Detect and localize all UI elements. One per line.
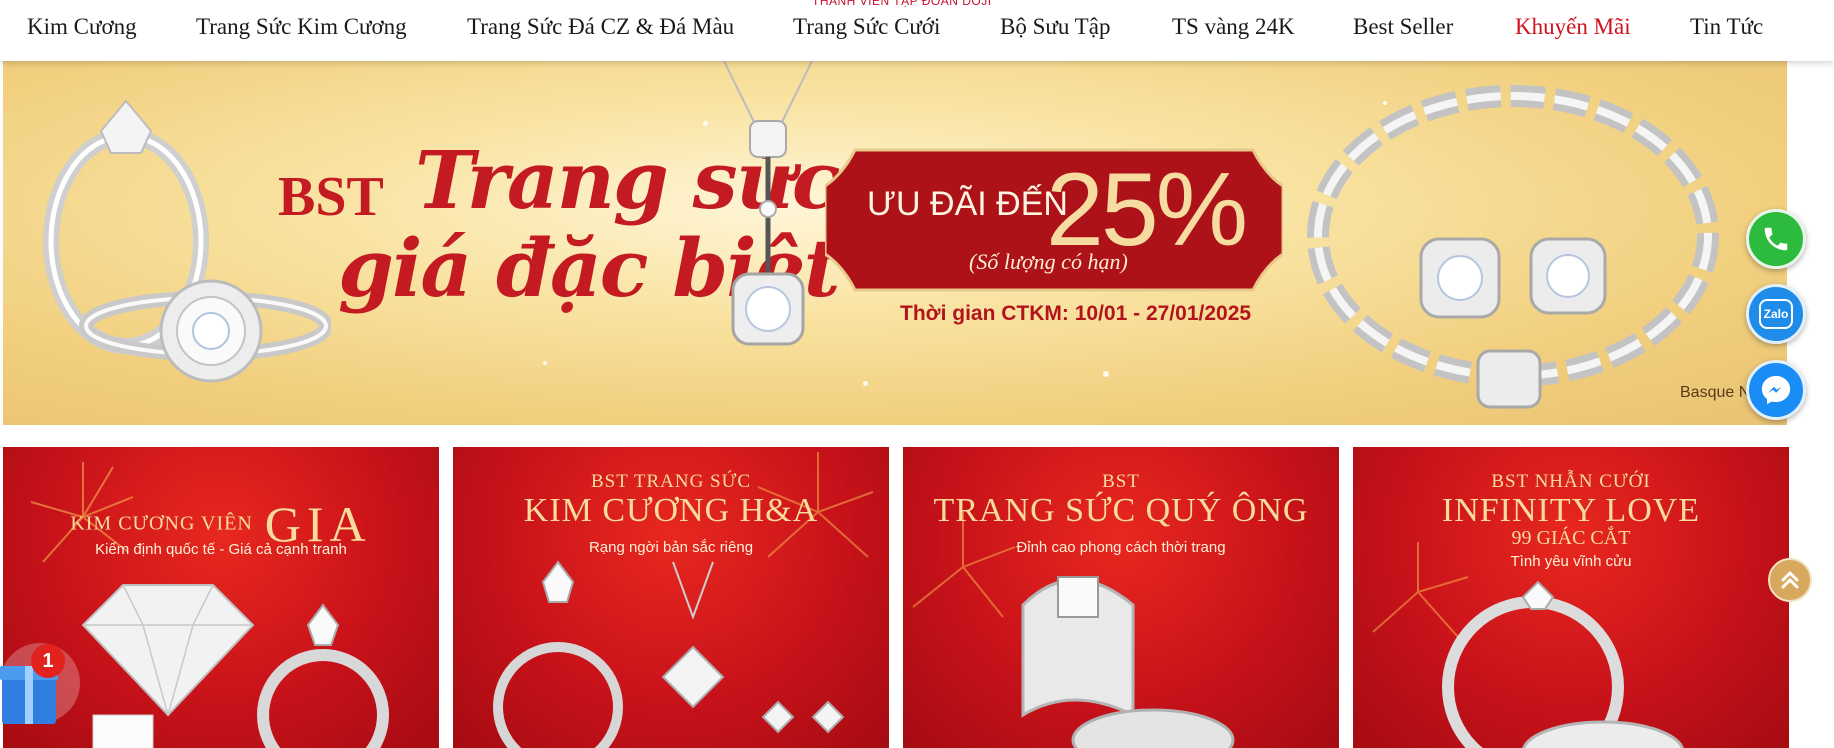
sparkle-decoration: [1103, 371, 1109, 377]
top-navigation: THÀNH VIÊN TẬP ĐOÀN DOJI Kim Cương Trang…: [0, 0, 1834, 61]
sparkle-decoration: [863, 381, 868, 386]
promo-note: (Số lượng có hạn): [969, 249, 1128, 274]
zalo-icon: Zalo: [1759, 299, 1793, 329]
card-subtitle: Đỉnh cao phong cách thời trang: [1016, 539, 1226, 556]
nav-item-bo-suu-tap[interactable]: Bộ Sưu Tập: [1000, 14, 1110, 40]
hero-banner[interactable]: BST Trang sức giá đặc biệt ƯU ĐÃI ĐẾN 25…: [3, 61, 1787, 425]
nav-item-tin-tuc[interactable]: Tin Tức: [1690, 14, 1763, 40]
phone-icon: [1764, 227, 1788, 251]
nav-item-trang-suc-kim-cuong[interactable]: Trang Sức Kim Cương: [196, 14, 407, 40]
gift-notification-badge: 1: [31, 644, 65, 678]
category-card-trang-suc-quy-ong[interactable]: BST TRANG SỨC QUÝ ÔNG Đỉnh cao phong các…: [903, 447, 1339, 748]
zalo-contact-button[interactable]: Zalo: [1746, 284, 1806, 344]
card-line1: BST: [1102, 471, 1140, 492]
card-subtitle: Tình yêu vĩnh cửu: [1510, 553, 1632, 570]
nav-item-trang-suc-da-cz[interactable]: Trang Sức Đá CZ & Đá Màu: [467, 14, 734, 40]
brand-tagline: THÀNH VIÊN TẬP ĐOÀN DOJI: [812, 0, 992, 8]
scroll-to-top-button[interactable]: [1768, 558, 1812, 602]
card-line1: BST TRANG SỨC: [590, 471, 752, 492]
nav-item-best-seller[interactable]: Best Seller: [1353, 14, 1453, 40]
zalo-label: Zalo: [1763, 307, 1789, 321]
nav-item-ts-vang-24k[interactable]: TS vàng 24K: [1172, 14, 1295, 40]
pendant-necklace-image: [722, 61, 814, 346]
card-title: KIM CƯƠNG H&A: [523, 492, 819, 529]
jewelry-set-image: [493, 560, 845, 748]
card-subtitle: Rạng ngời bản sắc riêng: [588, 539, 754, 556]
mens-ring-image: [1021, 576, 1235, 748]
phone-contact-button[interactable]: [1746, 209, 1806, 269]
diamond-image: [81, 584, 389, 748]
ring-image: [43, 99, 331, 383]
messenger-contact-button[interactable]: [1746, 360, 1806, 420]
category-card-infinity-love[interactable]: BST NHẪN CƯỚI INFINITY LOVE 99 GIÁC CẮT …: [1353, 447, 1789, 748]
gift-promo-widget[interactable]: [0, 628, 80, 738]
card-title: TRANG SỨC QUÝ ÔNG: [933, 492, 1309, 529]
card-subtitle: Kiểm định quốc tế - Giá cả cạnh tranh: [95, 541, 347, 558]
messenger-icon: [1761, 375, 1791, 405]
chevron-up-icon: [1781, 571, 1799, 589]
card-line1: KIM CƯƠNG VIÊN: [70, 512, 253, 535]
nav-item-khuyen-mai[interactable]: Khuyến Mãi: [1515, 14, 1631, 40]
sparkle-decoration: [543, 361, 547, 365]
gift-icon: [0, 643, 80, 724]
category-card-kim-cuong-ha[interactable]: BST TRANG SỨC KIM CƯƠNG H&A Rạng ngời bả…: [453, 447, 889, 748]
card-title: INFINITY LOVE: [1441, 492, 1701, 529]
card-extra: 99 GIÁC CẮT: [1511, 527, 1631, 549]
sparkle-decoration: [703, 121, 708, 126]
nav-item-kim-cuong[interactable]: Kim Cương: [27, 14, 137, 40]
hero-credit: Basque N: [1680, 384, 1751, 401]
promo-lead-text: ƯU ĐÃI ĐẾN: [867, 185, 1068, 223]
hero-title-bst: BST: [278, 166, 384, 228]
promo-period: Thời gian CTKM: 10/01 - 27/01/2025: [900, 302, 1252, 325]
wedding-rings-image: [1442, 580, 1684, 748]
card-line1: BST NHẪN CƯỚI: [1491, 471, 1651, 492]
bracelet-earrings-image: [1307, 85, 1719, 409]
nav-item-trang-suc-cuoi[interactable]: Trang Sức Cưới: [793, 14, 940, 40]
